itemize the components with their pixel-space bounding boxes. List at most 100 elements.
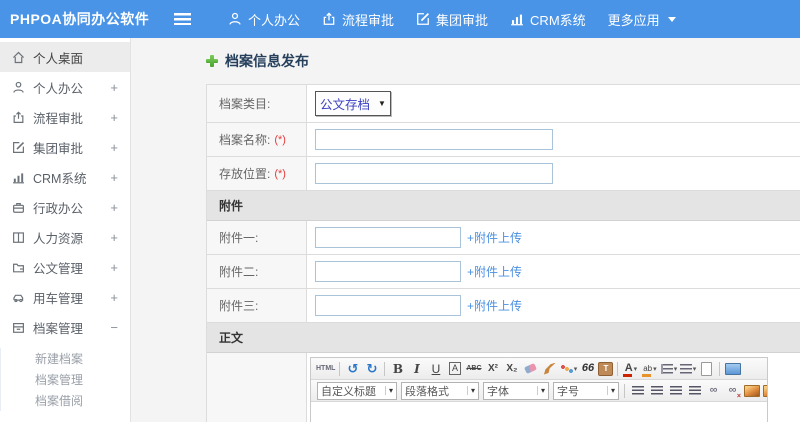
bold-icon[interactable]: B [389,360,406,378]
unlink-icon[interactable]: ∞ [724,382,741,400]
underline-icon[interactable]: U [427,360,444,378]
eraser-icon[interactable] [522,360,539,378]
sidebar-item-label: 个人办公 [33,81,84,96]
icon-glyph: ↺ [347,361,359,376]
sidebar-item-group-approval[interactable]: 集团审批 + [0,132,130,162]
expand-toggle[interactable]: + [110,110,118,125]
custom-title-select[interactable]: 自定义标题 ▾ [317,381,397,400]
align-justify-icon[interactable] [686,382,703,400]
pagebreak-icon[interactable]: T [598,361,614,376]
expand-toggle[interactable]: + [110,170,118,185]
sidebar-subitem-new-archive[interactable]: 新建档案 [0,348,130,369]
menu-toggle-icon[interactable] [174,13,191,25]
html-source-icon[interactable]: HTML [316,360,335,378]
bar-chart-icon [13,172,24,183]
toolbar-separator [719,361,721,376]
sidebar-item-hr[interactable]: 人力资源 + [0,222,130,252]
nav-workflow-approval[interactable]: 流程审批 [311,0,405,38]
person-icon [229,12,241,25]
expand-toggle[interactable]: + [110,140,118,155]
link-icon[interactable]: ∞ [705,382,722,400]
attachment1-input[interactable] [315,227,461,248]
sidebar: 个人桌面 个人办公 + 流程审批 + 集团审批 + CRM系统 + 行政办公 + [0,38,131,422]
expand-toggle[interactable]: + [110,230,118,245]
sidebar-item-label: 个人桌面 [33,51,84,66]
unordered-list-icon[interactable]: ▾ [679,360,697,378]
highlight-color-icon[interactable]: ab ▾ [641,360,658,378]
sidebar-item-admin-office[interactable]: 行政办公 + [0,192,130,222]
archive-category-select[interactable]: 公文存档 ▼ [315,91,391,116]
nav-more-apps[interactable]: 更多应用 [597,0,687,38]
collapse-toggle[interactable]: − [110,320,118,335]
sidebar-item-vehicle-mgmt[interactable]: 用车管理 + [0,282,130,312]
select-label: 字号 [557,385,579,398]
sidebar-item-workflow-approval[interactable]: 流程审批 + [0,102,130,132]
paint-format-icon[interactable]: ▾ [560,360,578,378]
sidebar-item-desktop[interactable]: 个人桌面 [0,42,130,72]
fullscreen-icon[interactable] [724,360,741,378]
attachment3-upload-link[interactable]: +附件上传 [467,297,522,314]
font-family-select[interactable]: 字体 ▾ [483,381,549,400]
nav-crm[interactable]: CRM系统 [499,0,597,38]
font-size-select[interactable]: 字号 ▾ [553,381,619,400]
nav-label: CRM系统 [530,12,586,28]
nav-label: 流程审批 [342,12,395,28]
archive-name-input[interactable] [315,129,553,150]
char-border-icon[interactable]: A [446,360,463,378]
required-mark: (*) [274,133,286,146]
editor-toolbar-row1: HTML ↺ ↻ B I U A ABC X² X₂ ▾ 66 T A ▾ ab ▾ ▾ ▾ [311,358,767,380]
storage-location-input[interactable] [315,163,553,184]
attachment3-label: 附件三: [207,289,307,322]
attachment3-input[interactable] [315,295,461,316]
undo-icon[interactable]: ↺ [344,360,361,378]
sidebar-item-crm[interactable]: CRM系统 + [0,162,130,192]
sidebar-item-document-mgmt[interactable]: 公文管理 + [0,252,130,282]
sidebar-item-label: 公文管理 [33,261,84,276]
attachment1-row: 附件一: +附件上传 [207,221,800,255]
attachment2-upload-link[interactable]: +附件上传 [467,263,522,280]
paragraph-format-select[interactable]: 段落格式 ▾ [401,381,479,400]
align-left-icon[interactable] [629,382,646,400]
archive-form: 档案类目: 公文存档 ▼ 档案名称: (*) 存放位置: (*) 附件 附件一:… [206,84,800,422]
strikethrough-icon[interactable]: ABC [465,360,482,378]
attachment2-input[interactable] [315,261,461,282]
nav-personal-office[interactable]: 个人办公 [217,0,311,38]
blockquote-icon[interactable]: 66 [579,360,596,378]
italic-icon[interactable]: I [408,360,425,378]
folder-icon [13,263,24,272]
nav-group-approval[interactable]: 集团审批 [405,0,499,38]
expand-toggle[interactable]: + [110,200,118,215]
body-editor-row: HTML ↺ ↻ B I U A ABC X² X₂ ▾ 66 T A ▾ ab ▾ ▾ ▾ 自定义标题 ▾ 段落格式 ▾… [207,353,800,422]
caret-down-icon: ▾ [606,386,615,395]
caret-down-icon: ▾ [633,365,638,373]
expand-toggle[interactable]: + [110,290,118,305]
sidebar-item-archive-mgmt[interactable]: 档案管理 − [0,312,130,342]
font-color-icon[interactable]: A ▾ [622,360,639,378]
car-icon [13,294,24,302]
attachment1-upload-link[interactable]: +附件上传 [467,229,522,246]
superscript-icon[interactable]: X² [484,360,501,378]
new-page-icon[interactable] [698,360,715,378]
subscript-icon[interactable]: X₂ [503,360,520,378]
top-nav: 个人办公 流程审批 集团审批 CRM系统 更多应用 [217,0,687,38]
align-right-icon[interactable] [667,382,684,400]
person-icon [13,81,24,93]
expand-toggle[interactable]: + [110,80,118,95]
sidebar-subitem-archive-borrow[interactable]: 档案借阅 [0,390,130,411]
sidebar-subitem-archive-mgmt[interactable]: 档案管理 [0,369,130,390]
home-icon [12,51,25,63]
attachment2-row: 附件二: +附件上传 [207,255,800,289]
format-brush-icon[interactable] [541,360,558,378]
sidebar-item-personal-office[interactable]: 个人办公 + [0,72,130,102]
ordered-list-icon[interactable]: ▾ [660,360,678,378]
image-icon[interactable] [743,382,760,400]
storage-location-row: 存放位置: (*) [207,157,800,191]
icon-glyph: I [414,361,420,376]
editor-content[interactable] [311,402,767,422]
nav-label: 个人办公 [248,12,301,28]
expand-toggle[interactable]: + [110,260,118,275]
redo-icon[interactable]: ↻ [363,360,380,378]
align-center-icon[interactable] [648,382,665,400]
image-upload-icon[interactable] [762,382,767,400]
app-logo[interactable]: PHPOA协同办公软件 [0,9,174,29]
